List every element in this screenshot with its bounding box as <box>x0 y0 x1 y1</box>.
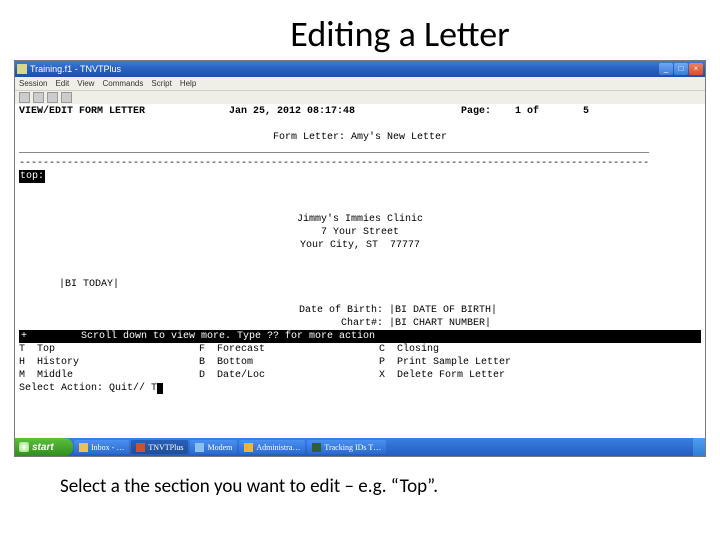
app-icon <box>79 443 88 452</box>
page-label: Page: <box>439 105 499 118</box>
menu-help[interactable]: Help <box>180 79 196 88</box>
window-titlebar: Training.f1 - TNVTPlus _ □ × <box>15 61 705 77</box>
screen-name: VIEW/EDIT FORM LETTER <box>19 105 229 118</box>
taskbar-item[interactable]: Tracking IDs T… <box>307 440 386 454</box>
blank-line <box>19 395 701 408</box>
blank-line <box>19 265 701 278</box>
plus-indicator: + <box>21 330 29 343</box>
slide-caption: Select a the section you want to edit – … <box>60 475 720 498</box>
dashes: ----------------------------------------… <box>19 157 701 170</box>
taskbar-item[interactable]: Modem <box>190 440 237 454</box>
action-menu: TTop FForecast CClosing HHistory BBottom… <box>19 343 701 382</box>
bi-today: |BI TODAY| <box>19 278 701 291</box>
terminal-header: VIEW/EDIT FORM LETTER Jan 25, 2012 08:17… <box>19 105 701 118</box>
select-action-prompt[interactable]: Select Action: Quit// T <box>19 382 701 395</box>
clinic-city: Your City, ST 77777 <box>19 239 701 252</box>
toolbar-icon[interactable] <box>47 92 58 103</box>
blank-line <box>19 421 701 434</box>
menu-dateloc[interactable]: DDate/Loc <box>199 369 379 382</box>
windows-taskbar: start Inbox - … TNVTPlus Modem Administr… <box>15 438 705 456</box>
app-icon <box>136 443 145 452</box>
blank-line <box>19 183 701 196</box>
form-letter-subtitle: Form Letter: Amy's New Letter <box>19 131 701 144</box>
toolbar-icon[interactable] <box>33 92 44 103</box>
datetime: Jan 25, 2012 08:17:48 <box>229 105 439 118</box>
scroll-hint-text: Scroll down to view more. Type ?? for mo… <box>29 330 699 343</box>
blank-line <box>19 118 701 131</box>
minimize-button[interactable]: _ <box>659 63 673 75</box>
app-icon <box>312 443 321 452</box>
top-badge: top: <box>19 170 45 183</box>
menu-middle[interactable]: MMiddle <box>19 369 199 382</box>
application-window: Training.f1 - TNVTPlus _ □ × Session Edi… <box>14 60 706 457</box>
menu-history[interactable]: HHistory <box>19 356 199 369</box>
menu-edit[interactable]: Edit <box>55 79 69 88</box>
dob-line: Date of Birth: |BI DATE OF BIRTH| <box>19 304 701 317</box>
maximize-button[interactable]: □ <box>674 63 688 75</box>
menu-closing[interactable]: CClosing <box>379 343 639 356</box>
cursor <box>157 383 163 394</box>
terminal-screen: VIEW/EDIT FORM LETTER Jan 25, 2012 08:17… <box>15 104 705 438</box>
blank-line <box>19 196 701 209</box>
clinic-street: 7 Your Street <box>19 226 701 239</box>
windows-logo-icon <box>19 442 29 452</box>
toolbar <box>15 90 705 104</box>
taskbar-item[interactable]: TNVTPlus <box>131 440 188 454</box>
blank-line <box>19 408 701 421</box>
menu-commands[interactable]: Commands <box>102 79 143 88</box>
system-tray[interactable] <box>693 438 705 456</box>
menu-bar: Session Edit View Commands Script Help <box>15 77 705 90</box>
underline-solid: ________________________________________… <box>19 144 701 157</box>
app-icon <box>17 64 27 74</box>
page-current: 1 of <box>499 105 539 118</box>
clinic-address: Jimmy's Immies Clinic 7 Your Street Your… <box>19 213 701 252</box>
chart-line: Chart#: |BI CHART NUMBER| <box>19 317 701 330</box>
blank-line <box>19 252 701 265</box>
app-icon <box>195 443 204 452</box>
menu-script[interactable]: Script <box>151 79 171 88</box>
slide-title: Editing a Letter <box>0 12 720 56</box>
menu-view[interactable]: View <box>77 79 94 88</box>
toolbar-icon[interactable] <box>19 92 30 103</box>
menu-forecast[interactable]: FForecast <box>199 343 379 356</box>
taskbar-item[interactable]: Administra… <box>239 440 305 454</box>
menu-session[interactable]: Session <box>19 79 47 88</box>
menu-delete[interactable]: XDelete Form Letter <box>379 369 639 382</box>
blank-line <box>19 291 701 304</box>
scroll-hint-bar: + Scroll down to view more. Type ?? for … <box>19 330 701 343</box>
start-button[interactable]: start <box>15 438 73 456</box>
top-badge-line: top: <box>19 170 701 183</box>
taskbar-item[interactable]: Inbox - … <box>74 440 129 454</box>
menu-top[interactable]: TTop <box>19 343 199 356</box>
page-total: 5 <box>539 105 589 118</box>
toolbar-icon[interactable] <box>61 92 72 103</box>
close-button[interactable]: × <box>689 63 703 75</box>
app-icon <box>244 443 253 452</box>
menu-bottom[interactable]: BBottom <box>199 356 379 369</box>
prompt-text: Select Action: Quit// T <box>19 382 157 395</box>
window-title: Training.f1 - TNVTPlus <box>30 64 121 74</box>
window-controls: _ □ × <box>659 63 703 75</box>
clinic-name: Jimmy's Immies Clinic <box>19 213 701 226</box>
menu-print[interactable]: PPrint Sample Letter <box>379 356 639 369</box>
